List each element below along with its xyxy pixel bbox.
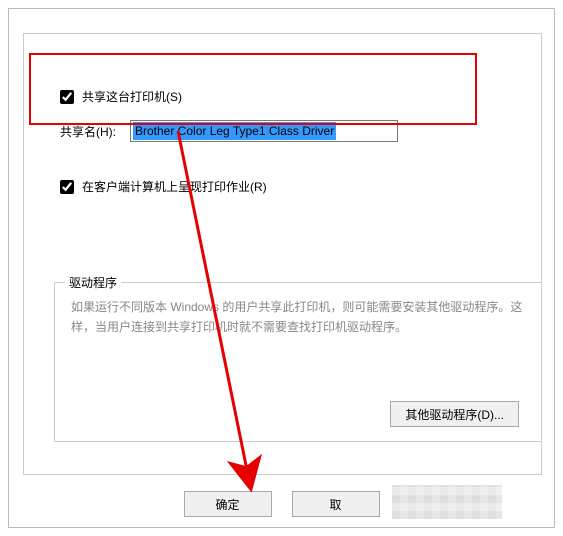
drivers-group-title: 驱动程序: [65, 274, 121, 291]
cancel-button[interactable]: 取: [292, 491, 380, 517]
share-name-value: Brother Color Leg Type1 Class Driver: [133, 122, 336, 140]
share-printer-label: 共享这台打印机(S): [82, 88, 182, 105]
render-jobs-label: 在客户端计算机上呈现打印作业(R): [82, 178, 267, 195]
drivers-groupbox: 驱动程序 如果运行不同版本 Windows 的用户共享此打印机，则可能需要安装其…: [54, 282, 542, 442]
share-printer-checkbox[interactable]: [60, 90, 74, 104]
share-name-input[interactable]: Brother Color Leg Type1 Class Driver: [130, 120, 398, 142]
share-name-label: 共享名(H):: [60, 123, 116, 140]
render-jobs-row: 在客户端计算机上呈现打印作业(R): [60, 178, 267, 195]
printer-sharing-dialog: 共享这台打印机(S) 共享名(H): Brother Color Leg Typ…: [8, 8, 555, 528]
share-printer-row: 共享这台打印机(S): [60, 88, 182, 105]
render-jobs-checkbox[interactable]: [60, 180, 74, 194]
sharing-tab-panel: 共享这台打印机(S) 共享名(H): Brother Color Leg Typ…: [23, 33, 542, 475]
other-drivers-button[interactable]: 其他驱动程序(D)...: [390, 401, 519, 427]
dialog-button-row: 确定 取: [9, 491, 554, 517]
share-name-row: 共享名(H): Brother Color Leg Type1 Class Dr…: [60, 120, 398, 142]
ok-button[interactable]: 确定: [184, 491, 272, 517]
drivers-group-text: 如果运行不同版本 Windows 的用户共享此打印机，则可能需要安装其他驱动程序…: [71, 297, 525, 338]
